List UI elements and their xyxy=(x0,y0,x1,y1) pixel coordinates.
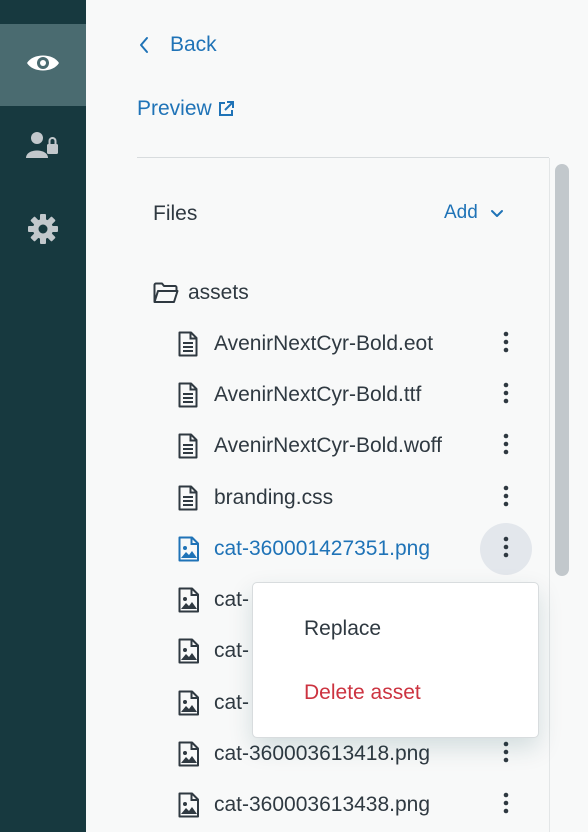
more-vertical-icon xyxy=(503,792,509,819)
eye-icon xyxy=(26,51,60,80)
file-name: AvenirNextCyr-Bold.ttf xyxy=(214,383,422,406)
divider xyxy=(137,157,549,158)
file-actions-button[interactable] xyxy=(480,318,532,370)
more-vertical-icon xyxy=(503,741,509,768)
file-actions-button[interactable] xyxy=(480,472,532,524)
folder-name: assets xyxy=(188,281,249,304)
document-icon xyxy=(178,433,202,459)
add-label: Add xyxy=(444,202,478,223)
more-vertical-icon xyxy=(503,331,509,358)
folder-assets[interactable]: assets xyxy=(153,278,249,308)
file-name: AvenirNextCyr-Bold.eot xyxy=(214,332,434,355)
image-file-icon xyxy=(178,587,202,613)
back-link[interactable]: Back xyxy=(138,30,217,60)
rail-item-settings[interactable] xyxy=(0,190,86,272)
preview-link[interactable]: Preview xyxy=(137,94,235,124)
document-icon xyxy=(178,331,202,357)
image-file-icon xyxy=(178,536,202,562)
image-file-icon xyxy=(178,741,202,767)
more-vertical-icon xyxy=(503,485,509,512)
image-file-icon xyxy=(178,638,202,664)
document-icon xyxy=(178,485,202,511)
document-icon xyxy=(178,382,202,408)
user-lock-icon xyxy=(26,130,60,165)
chevron-down-icon xyxy=(490,208,504,218)
file-name: AvenirNextCyr-Bold.woff xyxy=(214,434,442,457)
rail-item-access[interactable] xyxy=(0,106,86,188)
sidebar-rail xyxy=(0,0,86,832)
file-actions-button[interactable] xyxy=(480,420,532,472)
file-actions-button-active[interactable] xyxy=(480,523,532,575)
file-name: cat- xyxy=(214,691,250,714)
add-button[interactable]: Add xyxy=(444,202,504,224)
more-vertical-icon xyxy=(503,382,509,409)
files-heading: Files xyxy=(153,202,198,225)
external-link-icon xyxy=(217,100,235,118)
file-context-menu: Replace Delete asset xyxy=(252,582,539,738)
image-file-icon xyxy=(178,690,202,716)
rail-item-preview[interactable] xyxy=(0,24,86,106)
gear-icon xyxy=(27,213,59,250)
file-actions-button[interactable] xyxy=(480,369,532,421)
more-vertical-icon xyxy=(503,433,509,460)
back-label: Back xyxy=(170,33,217,56)
file-name: cat-360003613418.png xyxy=(214,742,431,765)
scrollbar-thumb[interactable] xyxy=(555,164,569,576)
file-name: cat-360001427351.png xyxy=(214,537,431,560)
file-name: branding.css xyxy=(214,486,334,509)
delete-asset-menu-item[interactable]: Delete asset xyxy=(304,681,421,705)
scroll-track xyxy=(549,158,550,832)
replace-menu-item[interactable]: Replace xyxy=(304,617,381,641)
file-name: cat- xyxy=(214,588,250,611)
image-file-icon xyxy=(178,792,202,818)
file-actions-button[interactable] xyxy=(480,779,532,831)
preview-label: Preview xyxy=(137,97,212,120)
file-name: cat-360003613438.png xyxy=(214,793,431,816)
more-vertical-icon xyxy=(503,536,509,563)
file-name: cat- xyxy=(214,639,250,662)
chevron-left-icon xyxy=(138,30,158,60)
folder-icon xyxy=(153,282,179,304)
